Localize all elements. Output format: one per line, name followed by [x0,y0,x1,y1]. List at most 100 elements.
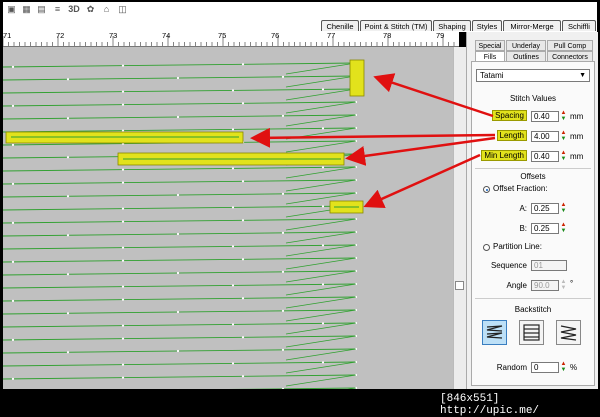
stitch-point [122,260,124,262]
backstitch-none-button[interactable] [482,320,507,345]
length-input[interactable]: 4.00 [531,131,559,142]
stitch-point [282,193,284,195]
stitch-line [3,180,356,184]
3d-view-icon[interactable]: 3D [66,4,82,15]
stitch-line [3,128,356,132]
stitch-connector [286,310,356,321]
tab-chenille[interactable]: Chenille [321,20,359,31]
ruler-label: 75 [218,32,226,40]
tab-mirror-merge[interactable]: Mirror-Merge [503,20,561,31]
stitch-point [232,284,234,286]
random-spinner[interactable]: ▲▼ [560,362,567,373]
angle-input: 90.0 [531,280,559,291]
ruler-label: 71 [3,32,11,40]
min-length-spinner[interactable]: ▲▼ [560,151,567,162]
stitch-point [122,169,124,171]
stitch-point [242,336,244,338]
stitch-connector [286,362,356,373]
stitch-point [322,283,324,285]
stitch-line [3,245,356,249]
stitch-point [322,322,324,324]
spacing-spinner[interactable]: ▲▼ [560,111,567,122]
stitch-point [122,91,124,93]
stitch-connector [286,128,356,139]
stitch-point [177,77,179,79]
stitch-point [242,375,244,377]
offset-fraction-radio[interactable] [483,186,490,193]
backstitch-zigzag-button[interactable] [556,320,581,345]
stitch-point [67,312,69,314]
stitch-point [122,221,124,223]
random-input[interactable]: 0 [531,362,559,373]
stitch-point [282,271,284,273]
min-length-input[interactable]: 0.40 [531,151,559,162]
stitch-point [12,183,14,185]
stitch-point [12,222,14,224]
stitch-line [3,193,356,197]
partition-line-label: Partition Line: [493,242,542,252]
offset-a-spinner[interactable]: ▲▼ [560,203,567,214]
fill-type-select[interactable]: Tatami ▼ [476,69,590,82]
stitch-point [177,116,179,118]
tab-schiffli[interactable]: Schiffli [562,20,596,31]
stitch-connector [286,141,356,152]
length-spinner[interactable]: ▲▼ [560,131,567,142]
horizontal-ruler: 71 72 73 74 75 76 77 78 79 [3,32,459,47]
offset-a-input[interactable]: 0.25 [531,203,559,214]
tab-point-and-stitch[interactable]: Point & Stitch (TM) [360,20,432,31]
stitch-line [3,115,356,119]
tab-pull-comp[interactable]: Pull Comp [547,40,593,51]
stitch-connector [286,245,356,256]
tab-underlay[interactable]: Underlay [506,40,546,51]
grid-icon[interactable]: ▦ [21,4,32,15]
partition-line-radio[interactable] [483,244,490,251]
stitch-point [242,258,244,260]
divider [475,168,591,169]
stitch-point [122,299,124,301]
sequence-label: Sequence [477,261,527,271]
random-unit: % [570,363,577,373]
stitch-connector [286,349,356,360]
parallel-lines-icon [520,321,543,344]
stitch-line [3,284,356,288]
stitch-point [122,286,124,288]
stitch-line [3,206,356,210]
stitch-line [3,388,356,389]
spacing-unit: mm [570,112,583,122]
shirt-icon[interactable]: ⌂ [101,4,112,15]
stitch-point [12,261,14,263]
stitch-point [177,233,179,235]
scrollbar-thumb[interactable] [455,281,464,290]
spacing-input[interactable]: 0.40 [531,111,559,122]
backstitch-straight-button[interactable] [519,320,544,345]
stitch-line [3,219,356,223]
list-icon[interactable]: ≡ [52,4,63,15]
fill-type-value: Tatami [480,71,504,80]
spacing-highlight [350,60,364,96]
stitch-point [322,244,324,246]
tab-shaping[interactable]: Shaping [433,20,471,31]
stitch-point [122,364,124,366]
stitch-point [12,378,14,380]
divider [475,298,591,299]
offset-fraction-label: Offset Fraction: [493,184,548,194]
stitch-point [282,388,284,389]
stitch-connector [286,167,356,178]
offset-b-spinner[interactable]: ▲▼ [560,223,567,234]
save-icon[interactable]: ▣ [6,4,17,15]
tab-styles[interactable]: Styles [472,20,502,31]
ruler-label: 76 [271,32,279,40]
frame-icon[interactable]: ◫ [117,4,128,15]
stitch-point [282,349,284,351]
offset-b-input[interactable]: 0.25 [531,223,559,234]
design-canvas[interactable] [3,47,459,389]
stitch-point [177,272,179,274]
tab-special[interactable]: Special [475,40,505,51]
vertical-scrollbar[interactable] [453,47,466,389]
fill-properties-panel: Special Underlay Pull Comp Fills Outline… [466,32,598,389]
print-icon[interactable]: ▤ [36,4,47,15]
palette-icon[interactable]: ✿ [85,4,96,15]
stitch-point [67,78,69,80]
stitch-point [122,104,124,106]
ruler-label: 79 [436,32,444,40]
